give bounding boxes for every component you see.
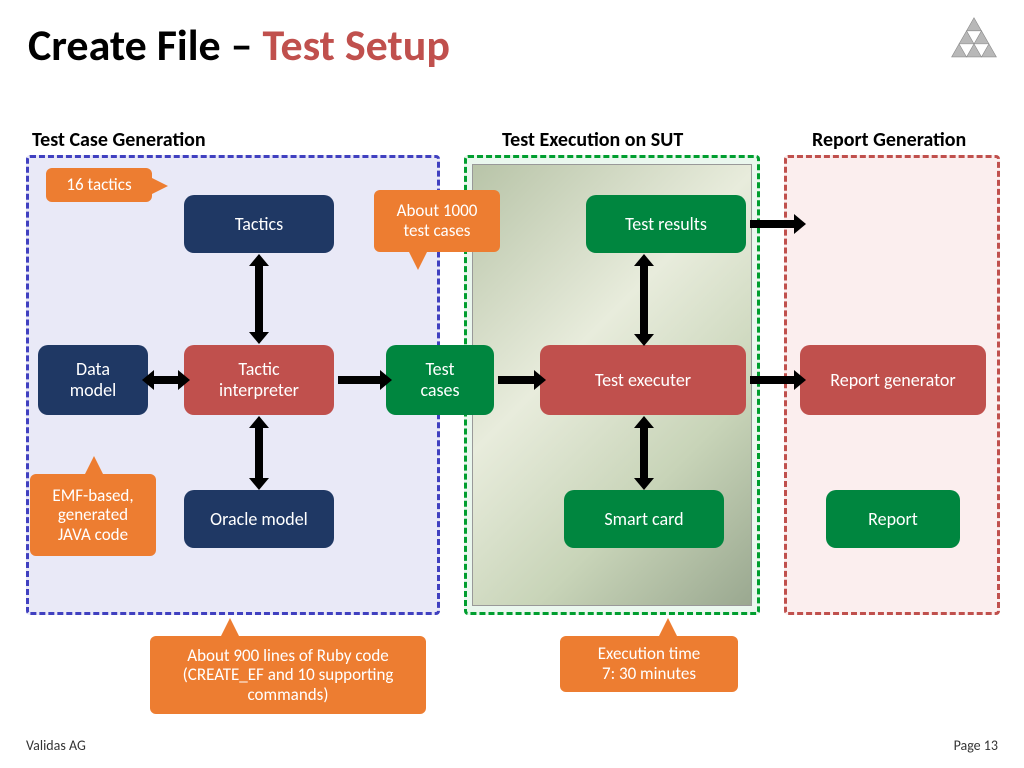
node-test-results: Test results [586, 195, 746, 253]
callout-16-tactics-text: 16 tactics [66, 175, 131, 195]
label-report: Report Generation [812, 128, 966, 152]
arrow-testcases-executer [498, 376, 536, 384]
arrow-data-interpreter [152, 376, 180, 384]
title-part1: Create File – [28, 18, 262, 72]
arrow-results-reportgen [750, 220, 796, 228]
callout-ruby-text: About 900 lines of Ruby code (CREATE_EF … [183, 646, 394, 705]
arrow-executer-smart [640, 426, 648, 480]
footer-page: Page 13 [954, 737, 998, 754]
node-report-gen: Report generator [800, 345, 986, 415]
node-smart-card: Smart card [564, 490, 724, 548]
footer-company: Validas AG [26, 737, 86, 754]
callout-emf-text: EMF-based, generated JAVA code [52, 486, 133, 545]
node-test-cases: Test cases [386, 345, 494, 415]
arrow-tactics-interpreter [255, 264, 263, 334]
callout-emf: EMF-based, generated JAVA code [30, 474, 156, 556]
node-report: Report [826, 490, 960, 548]
callout-16-tactics: 16 tactics [46, 168, 152, 202]
callout-ruby: About 900 lines of Ruby code (CREATE_EF … [150, 636, 426, 714]
node-interpreter: Tactic interpreter [184, 345, 334, 415]
callout-exectime: Execution time 7: 30 minutes [560, 636, 738, 692]
node-tactics: Tactics [184, 195, 334, 253]
callout-about1000-text: About 1000 test cases [397, 201, 478, 240]
label-execution: Test Execution on SUT [502, 128, 683, 152]
arrow-executer-reportgen [750, 376, 796, 384]
title-part2: Test Setup [262, 18, 450, 72]
callout-exectime-text: Execution time 7: 30 minutes [598, 644, 701, 683]
node-data-model: Data model [38, 345, 148, 415]
logo-icon [946, 14, 1002, 70]
label-generation: Test Case Generation [32, 128, 206, 152]
slide-title: Create File – Test Setup [28, 18, 450, 72]
arrow-interpreter-testcases [338, 376, 382, 384]
node-oracle: Oracle model [184, 490, 334, 548]
arrow-interpreter-oracle [255, 426, 263, 480]
callout-about1000: About 1000 test cases [374, 190, 500, 252]
node-test-executer: Test executer [540, 345, 746, 415]
arrow-results-executer [640, 264, 648, 336]
